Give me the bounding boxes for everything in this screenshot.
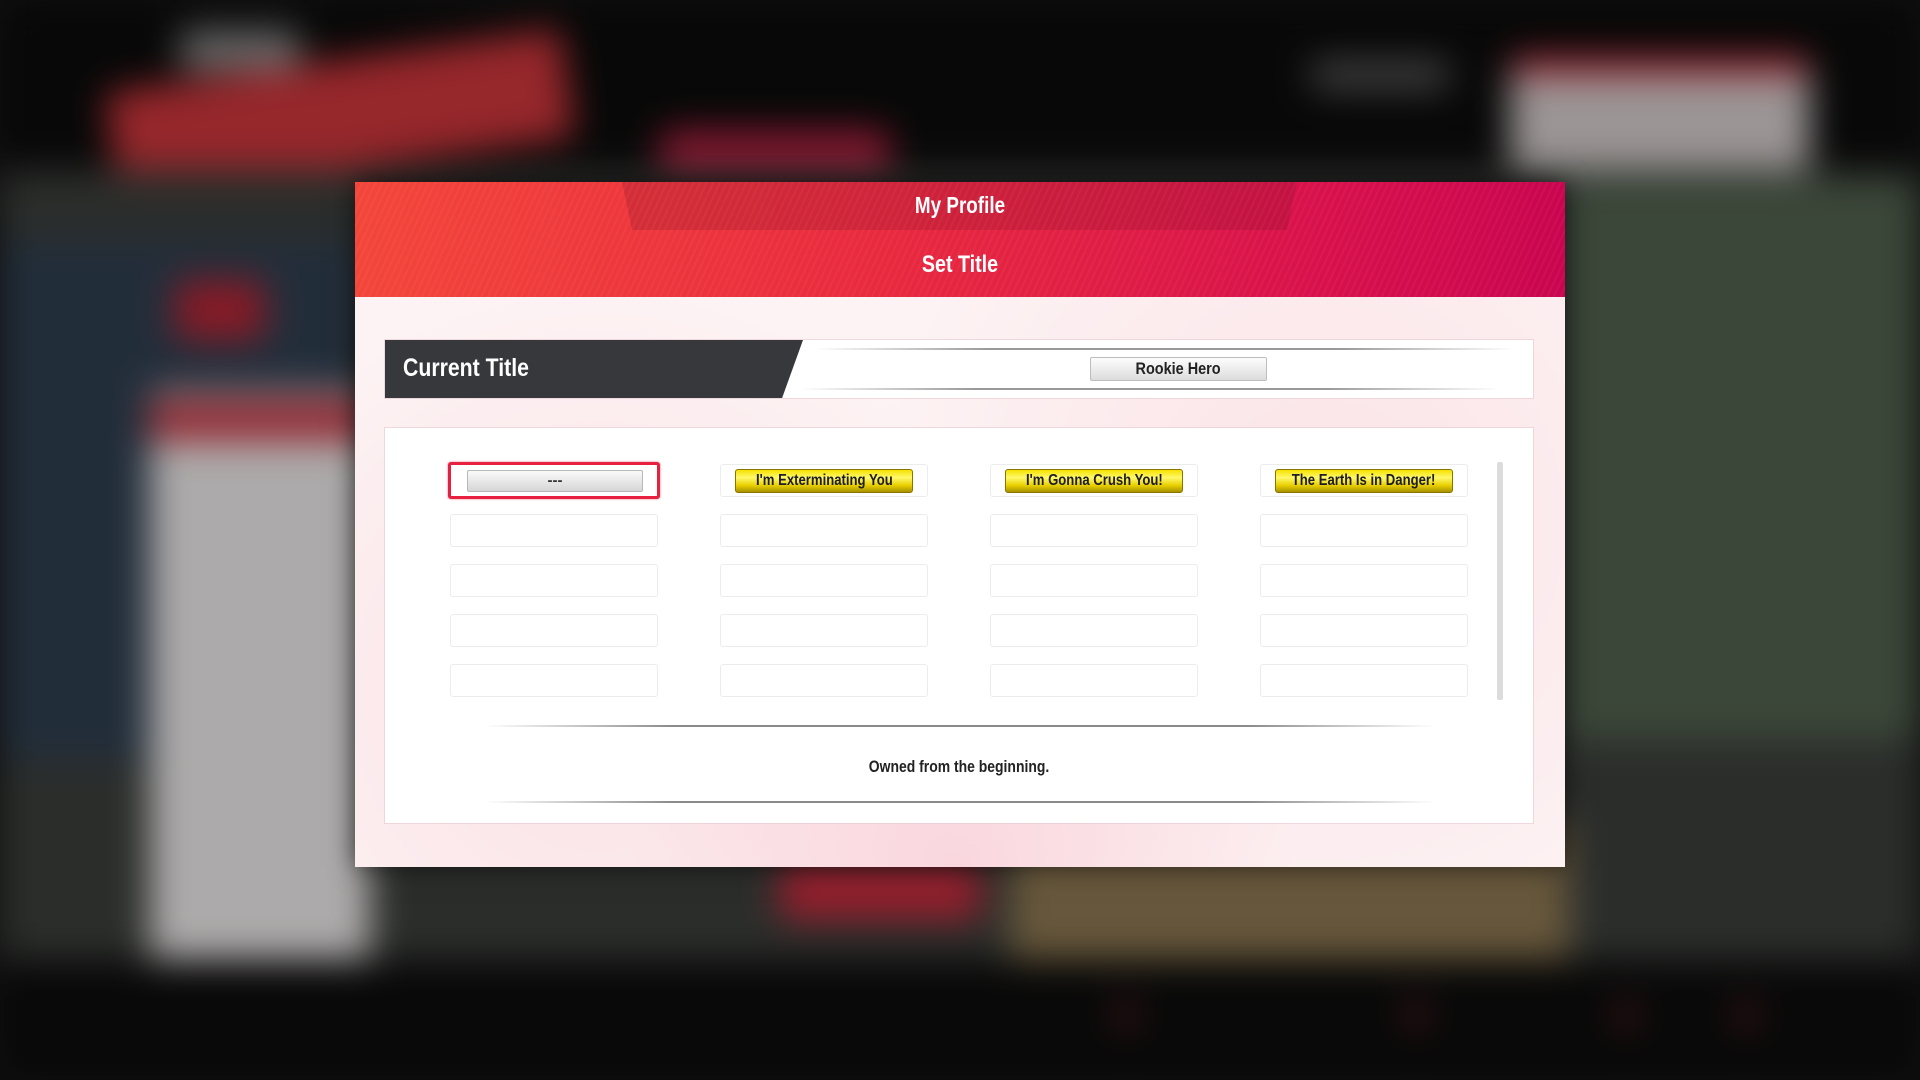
title-slot-empty[interactable] — [1260, 564, 1468, 597]
title-slot-empty[interactable] — [450, 564, 658, 597]
title-plate-gold: I'm Exterminating You — [735, 469, 913, 493]
title-slot-empty[interactable] — [990, 664, 1198, 697]
dialog-title: Set Title — [921, 251, 999, 278]
current-title-bar: Current Title Rookie Hero — [385, 340, 1533, 398]
title-slot[interactable]: I'm Exterminating You — [720, 464, 928, 497]
description-bottom-divider — [485, 801, 1435, 803]
title-plate-none: --- — [467, 470, 643, 492]
title-slot-empty[interactable] — [720, 664, 928, 697]
title-slot-empty[interactable] — [720, 564, 928, 597]
title-slot-empty[interactable] — [990, 514, 1198, 547]
current-title-bottom-line — [800, 388, 1500, 390]
title-plate-gold: The Earth Is in Danger! — [1275, 469, 1453, 493]
title-plate-label: I'm Exterminating You — [755, 472, 893, 489]
title-slot-empty[interactable] — [990, 564, 1198, 597]
current-title-label-background: Current Title — [385, 340, 803, 398]
title-grid-panel: --- I'm Exterminating You I'm Gonna Crush … — [385, 428, 1533, 823]
title-slot-empty[interactable] — [450, 614, 658, 647]
section-title: My Profile — [914, 192, 1006, 218]
title-plate-label: The Earth Is in Danger! — [1292, 472, 1436, 489]
title-description: Owned from the beginning. — [868, 757, 1050, 776]
title-slot[interactable]: The Earth Is in Danger! — [1260, 464, 1468, 497]
title-slot-empty[interactable] — [450, 664, 658, 697]
title-grid-scrollbar[interactable] — [1497, 462, 1503, 700]
description-top-divider — [485, 725, 1435, 727]
title-slot-empty[interactable] — [720, 614, 928, 647]
set-title-dialog: My Profile Set Title Current Title Rooki… — [355, 182, 1565, 867]
title-slot[interactable]: I'm Gonna Crush You! — [990, 464, 1198, 497]
title-slot-empty[interactable] — [990, 614, 1198, 647]
current-title-label: Current Title — [403, 354, 529, 382]
title-plate-gold: I'm Gonna Crush You! — [1005, 469, 1183, 493]
current-title-value: Rookie Hero — [1090, 357, 1267, 381]
title-slot-empty[interactable] — [1260, 614, 1468, 647]
title-slot-empty[interactable] — [1260, 514, 1468, 547]
title-slot-empty[interactable] — [1260, 664, 1468, 697]
title-slot-empty[interactable] — [720, 514, 928, 547]
dialog-header: My Profile Set Title — [355, 182, 1565, 297]
title-plate-label: I'm Gonna Crush You! — [1025, 472, 1163, 489]
title-slot-empty[interactable] — [450, 514, 658, 547]
current-title-top-line — [815, 348, 1515, 350]
title-slot[interactable]: --- — [448, 462, 660, 499]
